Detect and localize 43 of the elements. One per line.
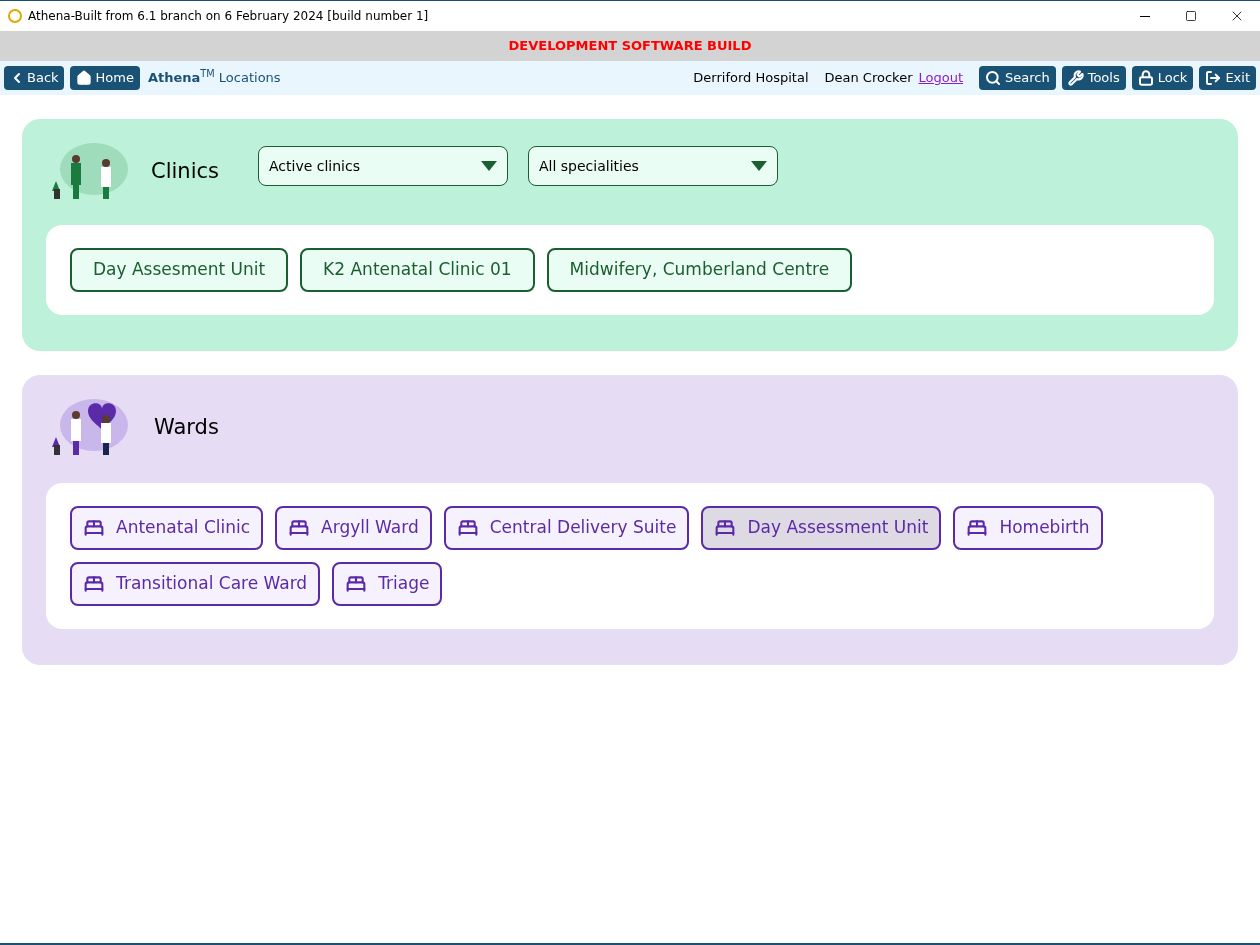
hospital-name: Derriford Hospital: [693, 69, 809, 88]
dropdown-caret-icon: [751, 161, 767, 171]
bed-icon: [967, 518, 988, 538]
ward-button[interactable]: Antenatal Clinic: [70, 506, 264, 550]
bed-icon: [457, 518, 478, 538]
minimize-icon: [1140, 15, 1150, 17]
exit-icon: [1205, 70, 1222, 86]
lock-button[interactable]: Lock: [1131, 66, 1194, 90]
dropdown-caret-icon: [481, 161, 497, 171]
exit-button[interactable]: Exit: [1199, 66, 1256, 90]
user-name: Dean Crocker: [824, 69, 913, 88]
ward-button[interactable]: Central Delivery Suite: [443, 506, 690, 550]
ward-button[interactable]: Triage: [332, 562, 443, 606]
development-banner: DEVELOPMENT SOFTWARE BUILD: [0, 31, 1260, 61]
tools-button[interactable]: Tools: [1061, 66, 1126, 90]
search-button[interactable]: Search: [979, 66, 1056, 90]
section-title: Wards: [154, 414, 219, 442]
bed-icon: [289, 518, 310, 538]
logout-link[interactable]: Logout: [918, 68, 963, 88]
clinic-button[interactable]: Day Assesment Unit: [70, 248, 289, 292]
home-icon: [75, 70, 92, 86]
filter-dropdown[interactable]: Active clinics: [258, 146, 508, 186]
section-title: Clinics: [151, 158, 220, 186]
window-title: Athena-Built from 6.1 branch on 6 February 2024 [build number 1]: [28, 8, 429, 25]
clinic-button[interactable]: Midwifery, Cumberland Centre: [546, 248, 853, 292]
clinic-button[interactable]: K2 Antenatal Clinic 01: [300, 248, 535, 292]
maximize-icon: [1185, 10, 1197, 22]
ward-button[interactable]: Argyll Ward: [275, 506, 432, 550]
home-button[interactable]: Home: [69, 66, 140, 90]
lock-icon: [1137, 70, 1154, 86]
bed-icon: [346, 574, 367, 594]
ward-button[interactable]: Transitional Care Ward: [70, 562, 321, 606]
wrench-icon: [1067, 70, 1084, 86]
search-icon: [985, 70, 1001, 86]
filter-dropdown[interactable]: All specialities: [528, 146, 778, 186]
breadcrumb: Athena$^{TM}$ Locations: [147, 68, 281, 88]
app-logo-icon: [8, 9, 22, 23]
ward-button[interactable]: Day Assessment Unit: [701, 506, 942, 550]
bed-icon: [84, 574, 104, 594]
bed-icon: [715, 518, 736, 538]
bed-icon: [84, 518, 104, 538]
back-button[interactable]: Back: [4, 66, 64, 90]
ward-button[interactable]: Homebirth: [953, 506, 1103, 550]
